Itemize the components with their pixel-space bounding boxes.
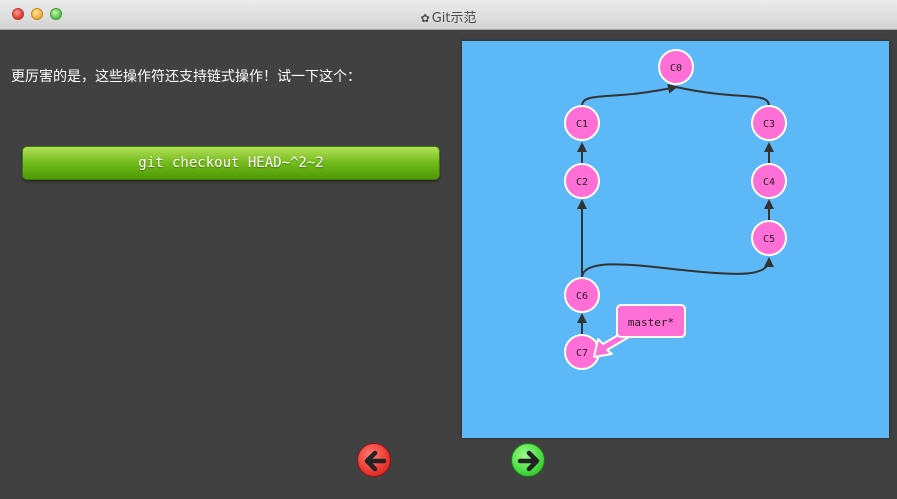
commit-c1-label: C1 (576, 119, 588, 130)
commit-c0-label: C0 (670, 63, 682, 74)
commit-c4[interactable]: C4 (751, 163, 787, 199)
gear-icon: ✿ (420, 12, 430, 25)
back-button[interactable] (357, 443, 391, 477)
branch-master[interactable]: master* (593, 304, 686, 358)
git-graph-svg: C0 C1 C2 C3 C4 C5 C6 C7 master* (564, 49, 787, 370)
commit-c0[interactable]: C0 (658, 49, 694, 85)
window-title: ✿ Git示范 (0, 7, 897, 26)
commit-c3[interactable]: C3 (751, 105, 787, 141)
branch-label: master* (628, 316, 674, 329)
edge-c3-c0 (675, 86, 770, 107)
commit-c1[interactable]: C1 (564, 105, 600, 141)
command-button[interactable]: git checkout HEAD~^2~2 (22, 146, 440, 180)
commit-c5-label: C5 (763, 234, 775, 245)
edge-c1-c0 (581, 83, 678, 107)
window-titlebar: ✿ Git示范 (0, 0, 897, 30)
commit-c7[interactable]: C7 (564, 334, 600, 370)
commit-c2-label: C2 (576, 177, 588, 188)
window-title-text: Git示范 (431, 11, 477, 26)
instruction-text: 更厉害的是，这些操作符还支持链式操作！试一下这个： (11, 69, 361, 85)
arrow-left-icon (364, 450, 387, 472)
commit-c4-label: C4 (763, 177, 775, 188)
arrow-right-icon (517, 450, 540, 472)
forward-button[interactable] (511, 443, 545, 477)
commit-c6-label: C6 (576, 291, 588, 302)
commit-c7-label: C7 (576, 348, 588, 359)
commit-c3-label: C3 (763, 119, 775, 130)
edge-c6-c5 (581, 257, 774, 279)
git-graph-canvas: C0 C1 C2 C3 C4 C5 C6 C7 master* (462, 41, 889, 438)
commit-c6[interactable]: C6 (564, 277, 600, 313)
commit-c2[interactable]: C2 (564, 163, 600, 199)
graph-edges (577, 83, 774, 335)
commit-c5[interactable]: C5 (751, 220, 787, 256)
